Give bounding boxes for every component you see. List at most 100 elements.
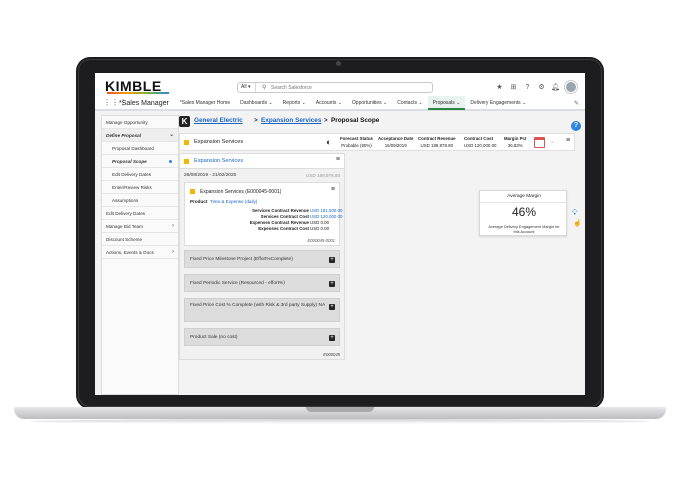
- avatar[interactable]: [565, 81, 577, 93]
- add-icon[interactable]: +: [329, 281, 335, 287]
- proposal-sidebar: Manage Opportunity Define Proposal ⌄ Prop…: [101, 115, 179, 395]
- sidebar-item-manage-bid-team[interactable]: Manage Bid Team ›: [102, 220, 178, 233]
- nav-item-proposals[interactable]: Proposals ⌄: [427, 96, 466, 110]
- delivery-type-label: Fixed Price Milestone Project (Effort%Co…: [190, 257, 293, 262]
- metric-value: 36.83%: [507, 143, 523, 148]
- help-circle-icon[interactable]: ?: [571, 121, 581, 131]
- financial-label: Expenses Contract Cost: [258, 226, 309, 231]
- status-square-icon: [184, 159, 189, 164]
- sidebar-item-actions-events-docs[interactable]: Actions, Events & Docs ›: [102, 246, 178, 259]
- date-range: 26/08/2019 - 21/02/2020: [184, 173, 237, 178]
- nav-item-delivery-engagements[interactable]: Delivery Engagements ⌄: [465, 96, 531, 110]
- financial-row: Expenses Contract Cost USD 0.00: [215, 226, 337, 233]
- financial-value[interactable]: USD 191,500.00: [310, 208, 342, 213]
- metric-contract-revenue: Contract Revenue USD 189,978.80: [418, 136, 456, 148]
- metric-margin-pct: Margin Pct 36.83%: [504, 136, 526, 148]
- delivery-type-bar[interactable]: Fixed Price Cost % Complete (with Risk &…: [184, 298, 340, 322]
- panel-ref: E000045: [323, 352, 340, 357]
- sidebar-item-label: Define Proposal: [106, 133, 141, 138]
- settings-icon[interactable]: ⚙: [537, 83, 546, 92]
- nav-item-accounts[interactable]: Accounts ⌄: [311, 96, 347, 110]
- sidebar-item-edit-delivery-dates[interactable]: Edit Delivery Dates: [102, 168, 178, 181]
- sidebar-item-label: Edit Delivery Dates: [106, 211, 146, 216]
- delivery-type-label: Fixed Periodic Service (Resourced - effo…: [190, 281, 285, 286]
- sidebar-item-enter-review-risks[interactable]: Enter/Review Risks: [102, 181, 178, 194]
- star-icon[interactable]: ★: [495, 83, 504, 92]
- global-search[interactable]: All ▾ ⚲: [237, 82, 433, 93]
- app-launcher-icon[interactable]: ⋮⋮⋮: [103, 98, 127, 108]
- scope-panel-header: Expansion Services ≡: [180, 154, 344, 169]
- engagement-ref: E000045-0001: [307, 238, 335, 243]
- nav-item-dashboards[interactable]: Dashboards ⌄: [235, 96, 278, 110]
- breadcrumb-separator: >: [324, 117, 328, 124]
- sidebar-item-define-proposal[interactable]: Define Proposal ⌄: [102, 129, 178, 142]
- metric-label: Forecast Status: [340, 136, 373, 141]
- add-icon[interactable]: +: [329, 335, 335, 341]
- add-icon[interactable]: +: [329, 304, 335, 310]
- sidebar-item-label: Enter/Review Risks: [112, 185, 152, 190]
- average-margin-description: Average Delivery Engagement Margin for t…: [488, 224, 560, 234]
- chevron-down-icon[interactable]: ⌄: [550, 138, 555, 145]
- lightbulb-icon[interactable]: 💡︎: [572, 208, 578, 218]
- laptop-notch: [306, 407, 374, 412]
- chevron-down-icon: ⌄: [168, 132, 174, 138]
- panel-amount: USD 189,978.80: [306, 173, 340, 178]
- app-nav-bar: ⋮⋮⋮ *Sales Manager *Sales Manager Home D…: [95, 96, 585, 111]
- sidebar-item-assumptions[interactable]: Assumptions: [102, 194, 178, 207]
- delivery-type-bar[interactable]: Fixed Price Milestone Project (Effort%Co…: [184, 250, 340, 268]
- add-icon[interactable]: +: [329, 257, 335, 263]
- breadcrumb-opportunity-link[interactable]: Expansion Services: [261, 117, 321, 124]
- menu-icon[interactable]: ≡: [336, 156, 340, 163]
- metric-forecast-status: Forecast Status Probable (90%): [340, 136, 373, 148]
- sidebar-item-discount-scheme[interactable]: Discount Scheme: [102, 233, 178, 246]
- add-icon[interactable]: ⊞: [509, 83, 518, 92]
- hand-cursor-icon: ☝: [573, 220, 582, 227]
- scope-panel-title[interactable]: Expansion Services: [194, 158, 243, 164]
- delivery-type-label: Product Sale (no cost): [190, 335, 238, 340]
- calendar-icon[interactable]: [534, 137, 545, 148]
- sidebar-item-label: Manage Bid Team: [106, 224, 143, 229]
- financial-value: USD 0.00: [310, 226, 330, 231]
- status-square-icon: [184, 140, 189, 145]
- nav-item-opportunities[interactable]: Opportunities ⌄: [347, 96, 392, 110]
- opportunity-summary: Expansion Services ◐ Forecast Status Pro…: [179, 133, 575, 151]
- nav-item-contacts[interactable]: Contacts ⌄: [392, 96, 427, 110]
- sidebar-item-edit-delivery-dates-2[interactable]: Edit Delivery Dates: [102, 207, 178, 220]
- product-value[interactable]: Time & Expense (daily): [210, 199, 257, 204]
- search-icon: ⚲: [262, 85, 267, 91]
- help-icon[interactable]: ?: [523, 83, 532, 92]
- menu-icon[interactable]: ≡: [566, 137, 570, 144]
- menu-icon[interactable]: ≡: [331, 186, 335, 193]
- summary-title: Expansion Services: [194, 139, 244, 145]
- financial-label: Expenses Contract Revenue: [249, 220, 309, 225]
- product-label: Product: [190, 199, 208, 204]
- chevron-right-icon: ›: [172, 223, 174, 229]
- scope-panel: Expansion Services ≡ 26/08/2019 - 21/02/…: [179, 153, 345, 360]
- toggle-icon[interactable]: ◐: [326, 137, 331, 147]
- edit-nav-icon[interactable]: ✎: [574, 100, 579, 107]
- global-header: KIMBLE All ▾ ⚲ ★ ⊞ ? ⚙ 🔔︎: [95, 73, 585, 97]
- financial-label: Services Contract Cost: [260, 214, 309, 219]
- camera-icon: [336, 61, 341, 66]
- breadcrumb-account-link[interactable]: General Electric: [194, 117, 243, 124]
- sidebar-item-manage-opportunity[interactable]: Manage Opportunity: [102, 116, 178, 129]
- bell-icon[interactable]: 🔔︎: [551, 83, 560, 92]
- sidebar-item-proposal-dashboard[interactable]: Proposal Dashboard: [102, 142, 178, 155]
- laptop-base: [14, 407, 666, 419]
- app-name: *Sales Manager: [119, 99, 169, 107]
- kimble-k-icon: K: [179, 116, 190, 127]
- search-scope-select[interactable]: All ▾: [238, 83, 256, 92]
- sidebar-item-label: Actions, Events & Docs: [106, 250, 154, 255]
- delivery-type-bar[interactable]: Fixed Periodic Service (Resourced - effo…: [184, 274, 340, 292]
- status-square-icon: [190, 189, 195, 194]
- nav-item-reports[interactable]: Reports ⌄: [278, 96, 311, 110]
- laptop-shadow: [30, 419, 650, 424]
- financial-value: USD 0.00: [310, 220, 330, 225]
- sidebar-item-proposal-scope[interactable]: Proposal Scope: [102, 155, 178, 168]
- search-input[interactable]: [271, 84, 421, 91]
- delivery-type-bar[interactable]: Product Sale (no cost) +: [184, 328, 340, 346]
- nav-item-home[interactable]: *Sales Manager Home: [175, 96, 235, 110]
- logo-underline: [107, 92, 169, 94]
- financial-value[interactable]: USD 120,000.00: [310, 214, 342, 219]
- breadcrumb: K General Electric > Expansion Services …: [179, 116, 579, 130]
